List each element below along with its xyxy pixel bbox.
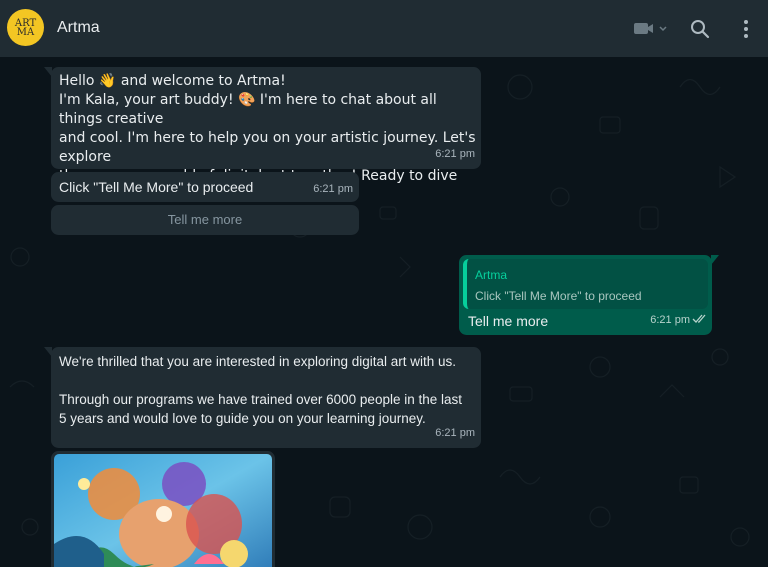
message-time: 6:21 pm xyxy=(313,183,353,195)
quoted-sender: Artma xyxy=(475,268,508,282)
message-text: Click "Tell Me More" to proceed xyxy=(59,179,254,195)
quoted-message[interactable]: Artma Click "Tell Me More" to proceed xyxy=(463,259,708,309)
bubble-tail xyxy=(44,347,52,357)
message-info: We're thrilled that you are interested i… xyxy=(44,347,481,448)
quoted-text: Click "Tell Me More" to proceed xyxy=(475,289,642,303)
message-prompt: Click "Tell Me More" to proceed 6:21 pm xyxy=(51,172,359,202)
chat-header: ART MA Artma xyxy=(0,0,768,57)
message-welcome: Hello 👋 and welcome to Artma! I'm Kala, … xyxy=(44,67,481,203)
message-reply: Artma Click "Tell Me More" to proceed Te… xyxy=(459,255,719,335)
avatar[interactable]: ART MA xyxy=(7,9,44,46)
menu-icon[interactable] xyxy=(742,19,750,44)
bubble-tail xyxy=(44,67,52,77)
image-message[interactable] xyxy=(51,451,275,567)
video-call-icon[interactable] xyxy=(633,20,669,43)
tell-me-more-button[interactable]: Tell me more xyxy=(51,205,359,235)
message-text: We're thrilled that you are interested i… xyxy=(59,354,462,426)
double-check-icon xyxy=(692,310,707,329)
message-time: 6:21 pm xyxy=(435,148,475,160)
message-time: 6:21 pm xyxy=(650,314,690,326)
search-icon[interactable] xyxy=(690,19,710,44)
chat-title[interactable]: Artma xyxy=(57,19,100,37)
message-text: Tell me more xyxy=(468,313,549,329)
avatar-text-bottom: MA xyxy=(16,26,35,38)
bubble-tail xyxy=(711,255,719,265)
artwork-image[interactable] xyxy=(54,454,272,567)
chat-area: Hello 👋 and welcome to Artma! I'm Kala, … xyxy=(0,57,768,567)
message-time: 6:21 pm xyxy=(435,427,475,439)
